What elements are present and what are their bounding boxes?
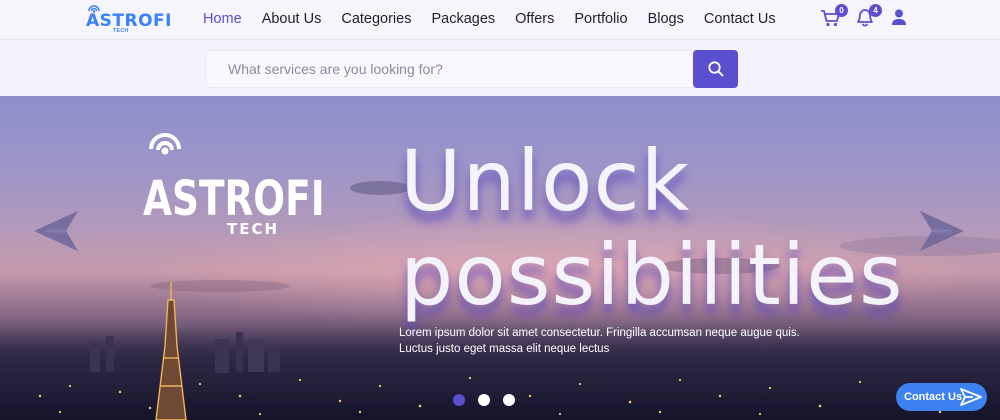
logo-subtext: TECH (113, 28, 129, 34)
logo-text: ASTROFI (86, 11, 172, 31)
send-icon (960, 388, 982, 406)
nav-portfolio[interactable]: Portfolio (574, 11, 627, 27)
arrow-right-icon (920, 211, 964, 251)
account-button[interactable] (888, 5, 910, 29)
hero-description: Lorem ipsum dolor sit amet consectetur. … (399, 327, 800, 355)
carousel-dot-1[interactable] (453, 394, 465, 406)
cart-count-badge: 0 (835, 4, 848, 17)
antenna-icon (149, 133, 181, 155)
search-bar-row (0, 40, 1000, 96)
contact-us-floating-button[interactable]: Contact Us (896, 383, 987, 411)
hero-headline-line1: Unlock (400, 132, 691, 230)
notifications-button[interactable]: 4 (854, 4, 882, 29)
hero-banner: ASTROFI TECH Unlock possibilities Lorem … (0, 96, 1000, 420)
arrow-left-icon (34, 211, 78, 251)
cart-button[interactable]: 0 (820, 4, 848, 29)
site-logo[interactable]: ASTROFI TECH (86, 3, 171, 37)
hero-logo-text: ASTROFI (143, 171, 325, 227)
hero-headline-line2: possibilities (400, 226, 904, 324)
hero-logo-subtext: TECH (227, 220, 280, 238)
contact-us-label: Contact Us (904, 391, 963, 403)
hero-headline: Unlock possibilities (400, 134, 904, 322)
nav-contact-us[interactable]: Contact Us (704, 11, 776, 27)
header-actions: 0 4 (808, 4, 910, 29)
search-box (205, 50, 738, 88)
nav-blogs[interactable]: Blogs (648, 11, 684, 27)
carousel-dot-3[interactable] (503, 394, 515, 406)
search-input[interactable] (206, 51, 694, 87)
search-icon (707, 61, 723, 77)
nav-offers[interactable]: Offers (515, 11, 554, 27)
carousel-next-button[interactable] (914, 209, 966, 253)
user-icon (892, 9, 906, 25)
notification-count-badge: 4 (869, 4, 882, 17)
hero-logo: ASTROFI TECH (143, 129, 325, 244)
nav-about-us[interactable]: About Us (262, 11, 322, 27)
nav-home[interactable]: Home (203, 11, 242, 27)
search-button[interactable] (693, 50, 738, 88)
nav-categories[interactable]: Categories (341, 11, 411, 27)
carousel-dots (453, 394, 528, 406)
carousel-dot-2[interactable] (478, 394, 490, 406)
nav-packages[interactable]: Packages (431, 11, 495, 27)
main-nav: Home About Us Categories Packages Offers… (203, 0, 796, 38)
site-header: ASTROFI TECH Home About Us Categories Pa… (0, 0, 1000, 40)
carousel-prev-button[interactable] (32, 209, 84, 253)
